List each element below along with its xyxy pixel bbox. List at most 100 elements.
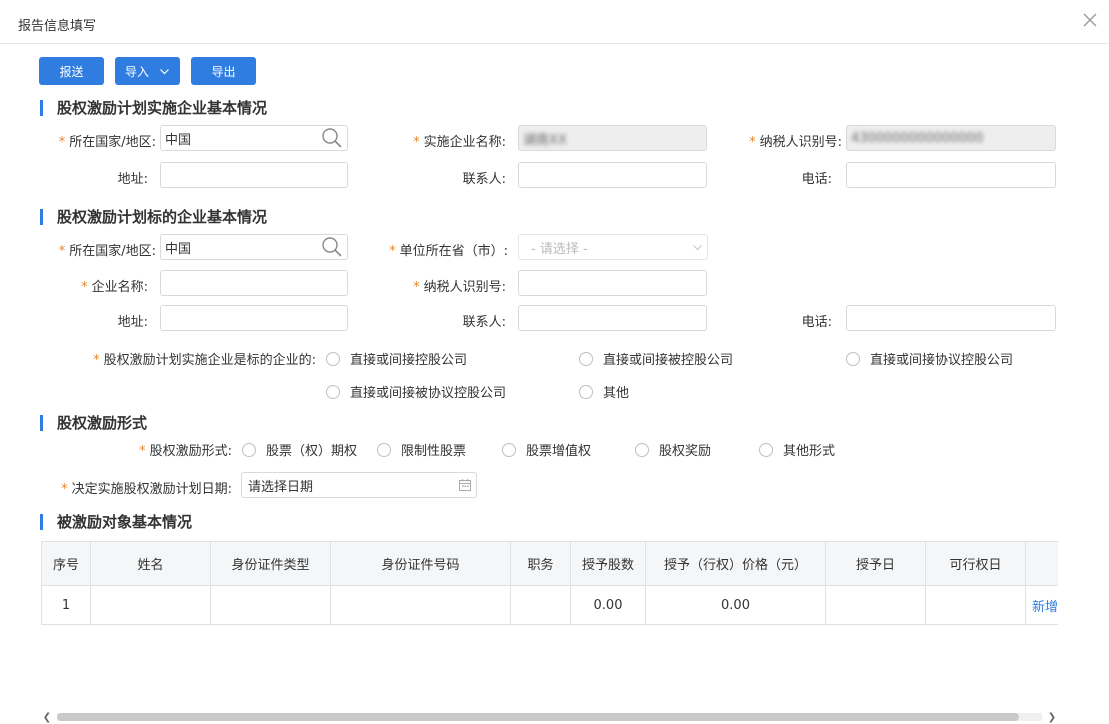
relation-option-holding[interactable]: 直接或间接控股公司 — [326, 349, 467, 368]
form-label: * 股权激励形式: — [139, 444, 232, 459]
target-company-name-label: * 企业名称: — [81, 280, 148, 295]
taxpayer-id-label: * 纳税人识别号: — [749, 135, 842, 150]
cell-name[interactable] — [90, 585, 211, 625]
target-company-name-field[interactable] — [160, 270, 348, 296]
add-row-link[interactable]: 新增 — [1025, 585, 1058, 625]
address-label: 地址: — [117, 172, 148, 187]
target-phone-label: 电话: — [801, 315, 832, 330]
chevron-down-icon — [693, 244, 702, 250]
scroll-left-icon[interactable]: ❮ — [41, 710, 53, 724]
form-option-stock-option[interactable]: 股票（权）期权 — [242, 440, 357, 459]
export-button[interactable]: 导出 — [191, 57, 256, 85]
section-marker — [40, 208, 43, 225]
dialog-title: 报告信息填写 — [18, 19, 97, 34]
taxpayer-id-value: 4300000000000000 — [851, 130, 984, 146]
relation-option-agreement-held[interactable]: 直接或间接被协议控股公司 — [326, 382, 506, 401]
search-icon[interactable] — [321, 236, 343, 258]
radio-circle — [579, 384, 593, 399]
company-name-value: 湖南XX — [523, 132, 567, 148]
recipients-table: 序号 姓名 身份证件类型 身份证件号码 职务 授予股数 授予（行权）价格（元） … — [41, 541, 1058, 625]
table-row: 1 0.00 0.00 新增 — [41, 585, 1058, 625]
section-title: 股权激励计划实施企业基本情况 — [57, 99, 268, 117]
cell-position[interactable] — [510, 585, 571, 625]
section-title: 被激励对象基本情况 — [57, 513, 193, 531]
horizontal-scrollbar[interactable]: ❮ ❯ — [41, 710, 1058, 724]
address-field[interactable] — [160, 162, 348, 188]
form-option-equity-award[interactable]: 股权奖励 — [635, 440, 711, 459]
target-country-field[interactable]: 中国 — [160, 234, 348, 260]
province-placeholder: - 请选择 - — [531, 241, 588, 257]
radio-circle — [502, 442, 516, 457]
export-button-label: 导出 — [211, 64, 236, 79]
form-option-other[interactable]: 其他形式 — [759, 440, 835, 459]
section-implementing-company: 股权激励计划实施企业基本情况 — [40, 97, 267, 118]
target-contact-field[interactable] — [518, 305, 707, 331]
section-incentive-form: 股权激励形式 — [40, 412, 147, 433]
phone-label: 电话: — [801, 172, 832, 187]
report-button-label: 报送 — [59, 64, 84, 79]
import-button-label: 导入 — [124, 64, 149, 79]
relation-option-other[interactable]: 其他 — [579, 382, 629, 401]
cell-exercise-date[interactable] — [925, 585, 1026, 625]
title-divider — [0, 43, 1109, 44]
recipients-table-viewport: 序号 姓名 身份证件类型 身份证件号码 职务 授予股数 授予（行权）价格（元） … — [41, 541, 1058, 625]
decision-date-label: * 决定实施股权激励计划日期: — [61, 482, 232, 497]
column-header: 职务 — [510, 541, 571, 586]
decision-date-field[interactable]: 请选择日期 — [241, 472, 477, 498]
section-recipients: 被激励对象基本情况 — [40, 511, 192, 532]
country-label: * 所在国家/地区: — [58, 135, 156, 150]
report-button[interactable]: 报送 — [39, 57, 104, 85]
contact-label: 联系人: — [462, 172, 506, 187]
target-country-label: * 所在国家/地区: — [58, 244, 156, 259]
country-value: 中国 — [165, 132, 192, 148]
target-taxpayer-id-label: * 纳税人识别号: — [413, 280, 506, 295]
relation-option-held[interactable]: 直接或间接被控股公司 — [579, 349, 733, 368]
chevron-down-icon — [160, 68, 169, 74]
radio-circle — [635, 442, 649, 457]
cell-no: 1 — [41, 585, 91, 625]
radio-circle — [326, 384, 340, 399]
table-header-row: 序号 姓名 身份证件类型 身份证件号码 职务 授予股数 授予（行权）价格（元） … — [41, 541, 1058, 586]
radio-circle — [377, 442, 391, 457]
calendar-icon[interactable] — [458, 478, 472, 492]
radio-circle — [242, 442, 256, 457]
scrollbar-thumb[interactable] — [57, 713, 1019, 721]
form-option-appreciation-right[interactable]: 股票增值权 — [502, 440, 591, 459]
column-header: 序号 — [41, 541, 91, 586]
radio-circle — [759, 442, 773, 457]
relation-label: * 股权激励计划实施企业是标的企业的: — [93, 353, 316, 368]
target-address-label: 地址: — [117, 315, 148, 330]
radio-circle — [326, 351, 340, 366]
radio-circle — [579, 351, 593, 366]
section-marker — [40, 99, 43, 116]
column-header: 授予（行权）价格（元） — [645, 541, 826, 586]
target-address-field[interactable] — [160, 305, 348, 331]
company-name-label: * 实施企业名称: — [413, 135, 506, 150]
import-dropdown-button[interactable]: 导入 — [115, 57, 180, 85]
section-title: 股权激励形式 — [57, 414, 148, 432]
column-header: 身份证件号码 — [330, 541, 511, 586]
target-taxpayer-id-field[interactable] — [518, 270, 707, 296]
target-country-value: 中国 — [165, 241, 192, 257]
radio-circle — [846, 351, 860, 366]
province-select[interactable]: - 请选择 - — [518, 234, 708, 260]
target-phone-field[interactable] — [846, 305, 1056, 331]
cell-shares[interactable]: 0.00 — [570, 585, 646, 625]
cell-price[interactable]: 0.00 — [645, 585, 826, 625]
column-header: 姓名 — [90, 541, 211, 586]
country-field[interactable]: 中国 — [160, 125, 348, 151]
cell-id-number[interactable] — [330, 585, 511, 625]
section-marker — [40, 414, 43, 431]
close-icon[interactable] — [1081, 11, 1099, 29]
contact-field[interactable] — [518, 162, 707, 188]
column-header: 授予日 — [825, 541, 926, 586]
target-contact-label: 联系人: — [462, 315, 506, 330]
scroll-right-icon[interactable]: ❯ — [1046, 710, 1058, 724]
phone-field[interactable] — [846, 162, 1056, 188]
cell-id-type[interactable] — [210, 585, 331, 625]
date-placeholder: 请选择日期 — [248, 479, 314, 495]
search-icon[interactable] — [321, 127, 343, 149]
relation-option-agreement-holding[interactable]: 直接或间接协议控股公司 — [846, 349, 1013, 368]
form-option-restricted-stock[interactable]: 限制性股票 — [377, 440, 466, 459]
cell-grant-date[interactable] — [825, 585, 926, 625]
